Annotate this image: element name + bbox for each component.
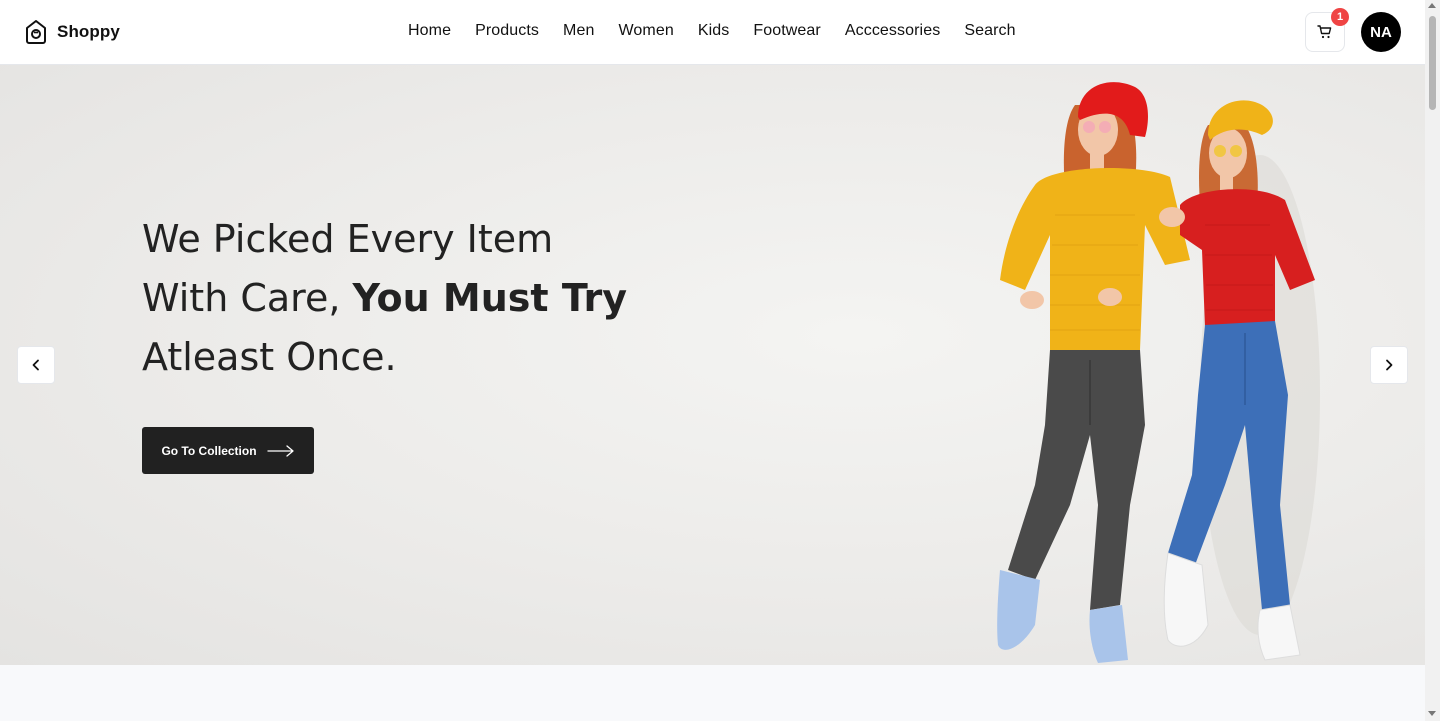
nav-item-men[interactable]: Men xyxy=(563,22,594,40)
nav-item-products[interactable]: Products xyxy=(475,22,539,40)
hero-models-image xyxy=(997,82,1320,663)
long-arrow-right-icon xyxy=(266,444,294,457)
next-section xyxy=(0,665,1425,721)
chevron-right-icon xyxy=(1386,359,1393,371)
scroll-thumb[interactable] xyxy=(1429,16,1436,110)
user-avatar[interactable]: NA xyxy=(1361,12,1401,52)
cart-icon xyxy=(1317,25,1332,39)
hero-heading-line-1: We Picked Every Item xyxy=(142,217,554,261)
main-nav: Home Products Men Women Kids Footwear Ac… xyxy=(408,22,1016,40)
scroll-down-arrow-icon[interactable] xyxy=(1428,711,1436,716)
cart-count-badge: 1 xyxy=(1331,8,1349,26)
carousel-next-button[interactable] xyxy=(1370,346,1408,384)
nav-item-search[interactable]: Search xyxy=(964,22,1015,40)
hero-heading-line-2-regular: With Care, xyxy=(142,276,353,320)
brand-name: Shoppy xyxy=(57,22,120,41)
hero-heading-line-2: With Care, You Must Try xyxy=(142,269,662,328)
go-to-collection-label: Go To Collection xyxy=(161,443,257,458)
carousel-prev-button[interactable] xyxy=(17,346,55,384)
site-header: Shoppy Home Products Men Women Kids Foot… xyxy=(0,0,1425,65)
chevron-left-icon xyxy=(32,359,39,371)
nav-item-accessories[interactable]: Acccessories xyxy=(845,22,940,40)
brand-logo[interactable]: Shoppy xyxy=(24,19,120,45)
hero-heading-line-3: Atleast Once. xyxy=(142,335,397,379)
page-scrollbar[interactable] xyxy=(1425,0,1440,721)
nav-item-home[interactable]: Home xyxy=(408,22,451,40)
nav-item-kids[interactable]: Kids xyxy=(698,22,730,40)
shopping-bag-icon xyxy=(26,20,46,44)
hero-heading: We Picked Every Item With Care, You Must… xyxy=(142,210,662,387)
nav-item-footwear[interactable]: Footwear xyxy=(753,22,821,40)
hero-carousel: We Picked Every Item With Care, You Must… xyxy=(0,65,1425,665)
nav-item-women[interactable]: Women xyxy=(618,22,673,40)
hero-heading-line-2-bold: You Must Try xyxy=(352,276,628,320)
go-to-collection-button[interactable]: Go To Collection xyxy=(142,427,314,474)
scroll-up-arrow-icon[interactable] xyxy=(1428,3,1436,8)
